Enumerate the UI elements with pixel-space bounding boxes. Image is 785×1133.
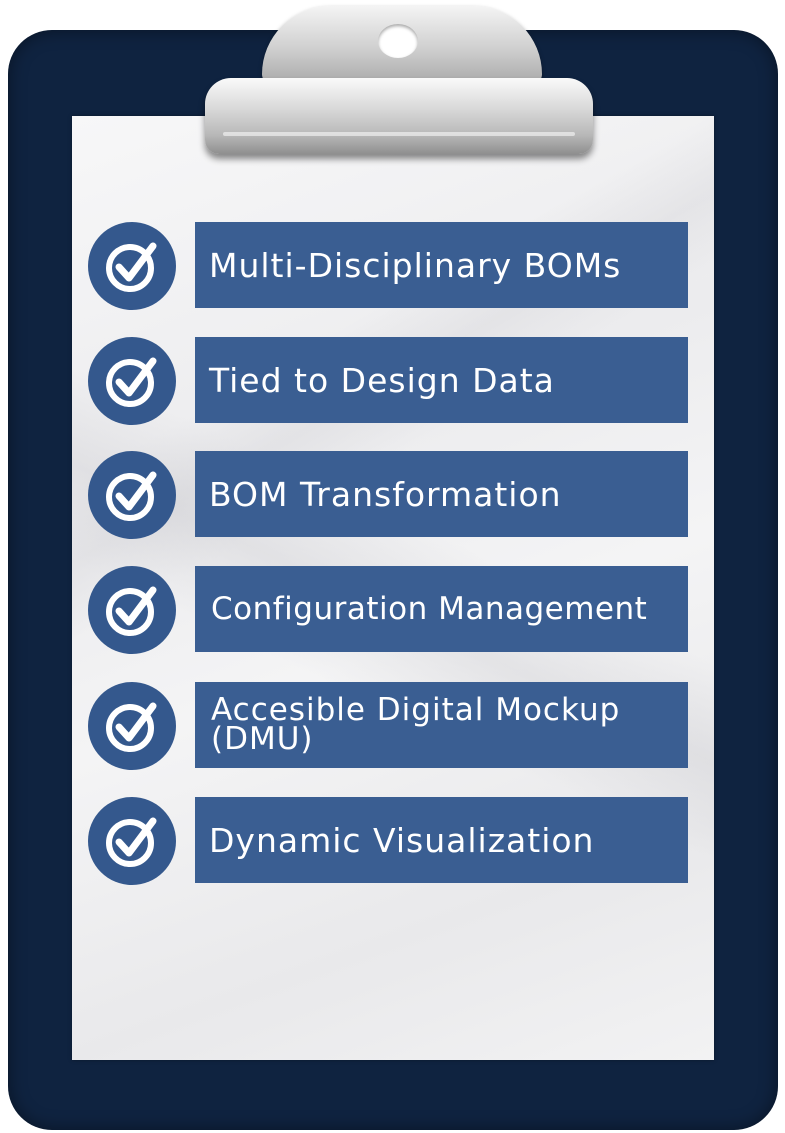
check-circle-icon — [88, 566, 176, 654]
checklist-item-label: Multi-Disciplinary BOMs — [195, 222, 688, 308]
checklist-item-label: Accesible Digital Mockup (DMU) — [195, 682, 688, 768]
checklist-item-label: BOM Transformation — [195, 451, 688, 537]
check-circle-icon — [88, 222, 176, 310]
check-circle-icon — [88, 797, 176, 885]
checklist-item-label: Dynamic Visualization — [195, 797, 688, 883]
clip-hole — [378, 24, 418, 58]
clipboard-clip — [0, 0, 785, 170]
checklist-item-label: Tied to Design Data — [195, 337, 688, 423]
check-circle-icon — [88, 682, 176, 770]
clip-base — [205, 78, 593, 154]
check-circle-icon — [88, 451, 176, 539]
checklist-item-label: Configuration Management — [195, 566, 688, 652]
check-circle-icon — [88, 337, 176, 425]
